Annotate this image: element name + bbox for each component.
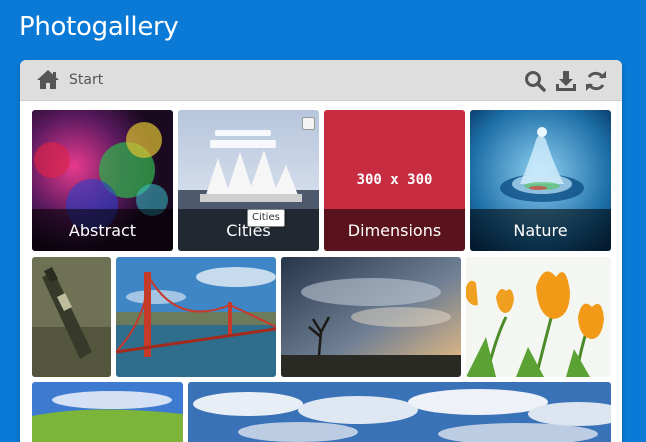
tree-sunset-thumbnail xyxy=(281,257,461,377)
photo-cloudy-sky[interactable] xyxy=(188,382,611,442)
refresh-icon[interactable] xyxy=(585,70,607,92)
tooltip-cities: Cities xyxy=(247,209,285,227)
home-icon[interactable] xyxy=(36,69,60,90)
toolbar: Start xyxy=(20,60,622,101)
cloudy-sky-thumbnail xyxy=(188,382,611,442)
album-tile-dimensions[interactable]: 300 x 300 Dimensions xyxy=(324,110,465,251)
download-icon[interactable] xyxy=(555,70,577,92)
gallery-panel: Start Abstract Cities 300 x 300 Dimensio… xyxy=(20,60,622,442)
photo-green-hills[interactable] xyxy=(32,382,183,442)
album-tile-nature[interactable]: Nature xyxy=(470,110,611,251)
photo-bottle[interactable] xyxy=(32,257,111,377)
album-label-nature: Nature xyxy=(470,209,611,251)
bottle-thumbnail xyxy=(32,257,111,377)
search-icon[interactable] xyxy=(524,70,546,92)
tulips-thumbnail xyxy=(466,257,611,377)
breadcrumb-start[interactable]: Start xyxy=(69,72,103,88)
photo-tulips[interactable] xyxy=(466,257,611,377)
app-title: Photogallery xyxy=(19,12,179,42)
album-label-dimensions: Dimensions xyxy=(324,209,465,251)
placeholder-dimension-text: 300 x 300 xyxy=(356,172,433,188)
photo-tree-sunset[interactable] xyxy=(281,257,461,377)
photo-golden-gate[interactable] xyxy=(116,257,276,377)
golden-gate-thumbnail xyxy=(116,257,276,377)
green-hills-thumbnail xyxy=(32,382,183,442)
album-tile-cities[interactable]: Cities xyxy=(178,110,319,251)
select-checkbox[interactable] xyxy=(302,117,315,130)
album-label-abstract: Abstract xyxy=(32,209,173,251)
album-tile-abstract[interactable]: Abstract xyxy=(32,110,173,251)
